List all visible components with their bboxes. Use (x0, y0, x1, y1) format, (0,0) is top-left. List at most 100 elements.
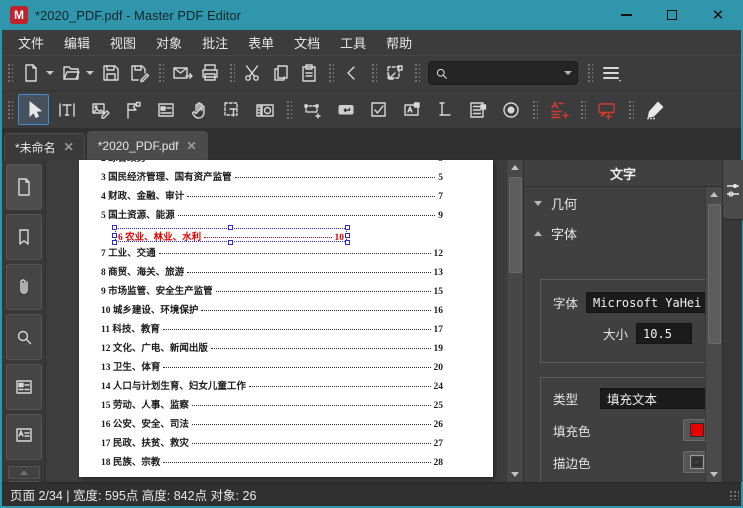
edit-image-tool[interactable] (84, 94, 115, 125)
back-button[interactable] (338, 59, 366, 87)
panel-scrollbar-thumb[interactable] (707, 204, 721, 344)
toolbar-grip[interactable] (531, 98, 538, 121)
document-scrollbar[interactable] (506, 160, 523, 482)
save-button[interactable] (97, 59, 125, 87)
scrollbar-thumb[interactable] (508, 177, 522, 273)
sidebar-scroll-up-button[interactable] (7, 466, 40, 479)
menu-item[interactable]: 文件 (8, 30, 54, 55)
open-button[interactable] (57, 59, 85, 87)
selection-handle[interactable] (228, 225, 233, 230)
snapshot-tool[interactable] (249, 94, 280, 125)
bookmarks-panel-button[interactable] (5, 214, 42, 260)
form-fields-panel-button[interactable] (5, 364, 42, 410)
toolbar-grip[interactable] (6, 62, 13, 84)
text-properties-tab[interactable] (723, 160, 743, 220)
toolbar-grip[interactable] (285, 98, 292, 121)
print-button[interactable] (196, 59, 224, 87)
minimize-button[interactable] (603, 0, 649, 30)
selection-handle[interactable] (112, 225, 117, 230)
menu-item[interactable]: 工具 (330, 30, 376, 55)
toc-row: 7 工业、交通 12 (101, 249, 443, 259)
font-size-input[interactable]: 10.5 (636, 323, 693, 344)
new-document-dropdown[interactable] (46, 71, 54, 75)
pdf-page[interactable]: 2 综合政务3 3 国民经济管理、国有资产监管5 4 财政、金融、审计7 5 国土资源… (79, 160, 493, 477)
section-label: 几何 (551, 197, 578, 212)
type-dropdown[interactable]: 填充文本 (600, 388, 705, 409)
thumbnails-panel-button[interactable] (5, 164, 42, 210)
main-menu-button[interactable] (597, 59, 625, 87)
panel-scrollbar[interactable] (705, 187, 722, 482)
button-tool[interactable] (330, 94, 361, 125)
menu-item[interactable]: 对象 (146, 30, 192, 55)
menu-item[interactable]: 视图 (100, 30, 146, 55)
attachments-panel-button[interactable] (5, 264, 42, 310)
select-tool[interactable] (18, 94, 49, 125)
search-input[interactable] (449, 66, 564, 80)
checkbox-tool[interactable] (363, 94, 394, 125)
panel-scroll-up-button[interactable] (706, 187, 723, 202)
font-name-input[interactable]: Microsoft YaHei (586, 292, 705, 313)
section-geometry[interactable]: 几何 (524, 187, 705, 217)
cut-button[interactable] (239, 59, 267, 87)
fill-color-button[interactable] (683, 419, 705, 441)
close-tab-icon[interactable]: ✕ (186, 139, 196, 153)
menu-item[interactable]: 编辑 (54, 30, 100, 55)
section-font[interactable]: 字体 (524, 217, 705, 247)
email-button[interactable] (168, 59, 196, 87)
chevron-down-icon (534, 201, 542, 206)
menu-item[interactable]: 批注 (192, 30, 238, 55)
callout-tool[interactable] (591, 94, 622, 125)
new-document-button[interactable] (17, 59, 45, 87)
selection-handle[interactable] (345, 225, 350, 230)
open-dropdown[interactable] (86, 71, 94, 75)
signature-tool[interactable] (429, 94, 460, 125)
search-dropdown-icon[interactable] (564, 71, 572, 75)
hand-tool[interactable] (183, 94, 214, 125)
tab-2020-pdf[interactable]: *2020_PDF.pdf ✕ (86, 131, 208, 160)
toolbar-grip[interactable] (413, 62, 420, 84)
scroll-down-button[interactable] (507, 467, 524, 482)
copy-button[interactable] (267, 59, 295, 87)
radio-button-tool[interactable] (495, 94, 526, 125)
menu-item[interactable]: 帮助 (376, 30, 422, 55)
search-panel-button[interactable] (5, 314, 42, 360)
paste-button[interactable] (295, 59, 323, 87)
close-tab-icon[interactable]: ✕ (64, 140, 74, 154)
toolbar-grip[interactable] (327, 62, 334, 84)
highlight-text-tool[interactable] (543, 94, 574, 125)
listbox-tool[interactable] (462, 94, 493, 125)
edit-forms-tool[interactable] (150, 94, 181, 125)
toolbar-grip[interactable] (579, 98, 586, 121)
search-box[interactable] (428, 61, 578, 85)
toolbar-grip[interactable] (586, 62, 593, 84)
selection-handle[interactable] (112, 233, 117, 238)
save-as-button[interactable] (125, 59, 153, 87)
resize-grip[interactable] (729, 489, 739, 500)
selected-text-object[interactable]: 6 农业、林业、水利 10 (112, 225, 350, 245)
combobox-tool[interactable] (396, 94, 427, 125)
eraser-tool[interactable] (639, 94, 670, 125)
panel-scroll-down-button[interactable] (706, 467, 723, 482)
toc-row: 11 科技、教育 17 (101, 325, 443, 335)
toolbar-grip[interactable] (627, 98, 634, 121)
maximize-button[interactable] (649, 0, 695, 30)
scroll-up-button[interactable] (507, 160, 524, 175)
edit-text-tool[interactable] (51, 94, 82, 125)
toc-row: 10 城乡建设、环境保护 16 (101, 306, 443, 316)
tab-untitled[interactable]: *未命名 ✕ (4, 133, 85, 160)
properties-panel-button[interactable] (5, 414, 42, 460)
toolbar-grip[interactable] (370, 62, 377, 84)
close-button[interactable]: ✕ (695, 0, 741, 30)
stroke-color-button[interactable] (683, 451, 705, 473)
toolbar-grip[interactable] (228, 62, 235, 84)
toolbar-grip[interactable] (157, 62, 164, 84)
text-field-tool[interactable] (297, 94, 328, 125)
menu-item[interactable]: 文档 (284, 30, 330, 55)
select-area-tool[interactable] (216, 94, 247, 125)
zoom-selection-button[interactable] (381, 59, 409, 87)
selection-handle[interactable] (345, 233, 350, 238)
toolbar-grip[interactable] (6, 98, 13, 121)
edit-path-tool[interactable] (117, 94, 148, 125)
menu-item[interactable]: 表单 (238, 30, 284, 55)
document-view[interactable]: 2 综合政务3 3 国民经济管理、国有资产监管5 4 财政、金融、审计7 5 国土资源… (46, 160, 523, 482)
